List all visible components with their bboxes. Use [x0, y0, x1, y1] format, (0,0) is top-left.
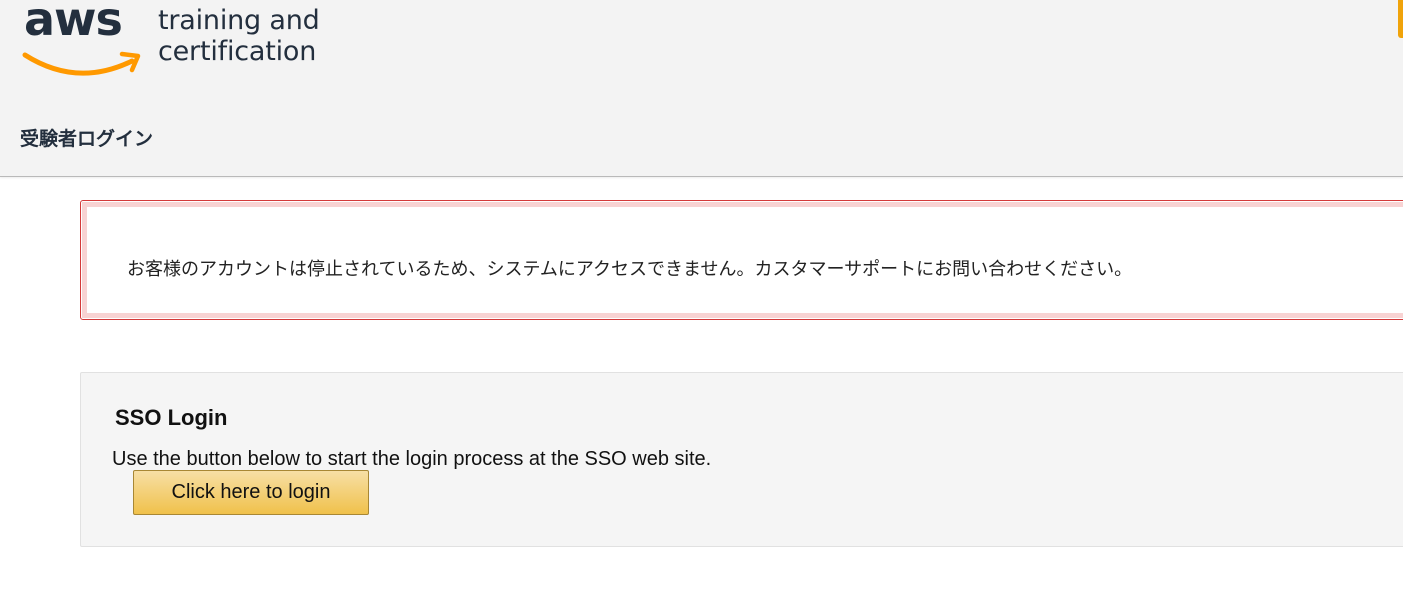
aws-training-logo[interactable]: aws training and certification	[22, 0, 332, 82]
logo-tagline: training and certification	[158, 5, 320, 67]
site-header: aws training and certification 受験者ログイン	[0, 0, 1403, 177]
sso-description: Use the button below to start the login …	[112, 448, 712, 470]
page-subtitle: 受験者ログイン	[20, 128, 154, 150]
alert-message: お客様のアカウントは停止されているため、システムにアクセスできません。カスタマー…	[127, 259, 1133, 280]
sso-login-panel: SSO Login Use the button below to start …	[80, 372, 1403, 547]
logo-tagline-line1: training and	[158, 5, 320, 36]
sso-login-button[interactable]: Click here to login	[133, 470, 369, 515]
alert-body: お客様のアカウントは停止されているため、システムにアクセスできません。カスタマー…	[82, 202, 1403, 318]
logo-tagline-line2: certification	[158, 36, 317, 67]
account-suspended-alert: お客様のアカウントは停止されているため、システムにアクセスできません。カスタマー…	[80, 200, 1403, 320]
aws-logo-text: aws	[24, 0, 123, 46]
header-corner-accent	[1398, 0, 1403, 38]
aws-logo-mark: aws	[22, 0, 142, 80]
aws-smile-icon	[22, 51, 141, 76]
sso-title: SSO Login	[115, 405, 228, 430]
